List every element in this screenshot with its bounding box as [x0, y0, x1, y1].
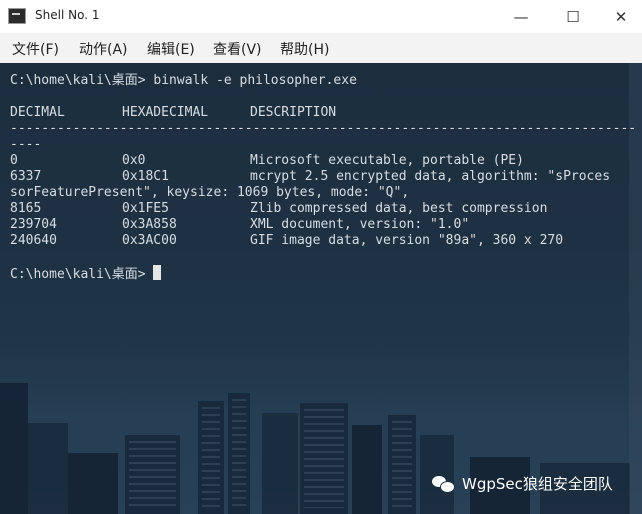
header-description: DESCRIPTION [250, 105, 337, 120]
row-hex: 0x1FE5 [122, 201, 169, 216]
background-building [228, 393, 250, 514]
terminal-output: C:\home\kali\桌面> binwalk -e philosopher.… [10, 73, 636, 283]
background-building [352, 425, 382, 514]
menu-edit[interactable]: 编辑(E) [147, 39, 195, 59]
table-row: 8165 0x1FE5 Zlib compressed data, best com… [10, 201, 636, 217]
header-hexadecimal: HEXADECIMAL [122, 105, 209, 120]
row-decimal: 0 [10, 153, 18, 168]
row-decimal: 240640 [10, 233, 57, 248]
background-building [125, 435, 180, 514]
table-row: 239704 0x3A858 XML document, version: "1.0… [10, 217, 636, 233]
watermark-text: WgpSec狼组安全团队 [462, 475, 613, 493]
row-hex: 0x3A858 [122, 217, 177, 232]
prompt-line: C:\home\kali\桌面> [10, 265, 636, 283]
background-building [388, 415, 416, 514]
row-decimal: 8165 [10, 201, 42, 216]
table-row: 240640 0x3AC00 GIF image data, version "89… [10, 233, 636, 249]
separator-line: ----------------------------------------… [10, 121, 637, 136]
background-building [68, 453, 118, 514]
table-row: 6337 0x18C1 mcrypt 2.5 encrypted data, alg… [10, 169, 636, 185]
separator-line-wrap: ---- [10, 137, 42, 152]
close-button[interactable]: ✕ [604, 0, 638, 33]
title-bar[interactable]: Shell No. 1 — ☐ ✕ [0, 0, 642, 33]
background-building [0, 383, 28, 514]
menu-bar: 文件(F) 动作(A) 编辑(E) 查看(V) 帮助(H) [0, 33, 642, 63]
row-decimal: 239704 [10, 217, 57, 232]
text-cursor [153, 265, 162, 280]
background-building [198, 401, 224, 514]
background-building [28, 423, 68, 514]
row-description: Zlib compressed data, best compression [250, 201, 548, 216]
table-row: 0 0x0 Microsoft executable, portable (PE) [10, 153, 636, 169]
menu-help[interactable]: 帮助(H) [280, 39, 329, 59]
table-header: DECIMAL HEXADECIMAL DESCRIPTION [10, 105, 636, 121]
command-line: C:\home\kali\桌面> binwalk -e philosopher.… [10, 73, 357, 88]
row-hex: 0x0 [122, 153, 146, 168]
minimize-button[interactable]: — [504, 0, 538, 33]
row-hex: 0x3AC00 [122, 233, 177, 248]
header-decimal: DECIMAL [10, 105, 65, 120]
wechat-icon [432, 474, 455, 494]
terminal-window: Shell No. 1 — ☐ ✕ 文件(F) 动作(A) 编辑(E) 查看(V… [0, 0, 642, 514]
prompt-text: C:\home\kali\桌面> [10, 267, 154, 282]
row-description: Microsoft executable, portable (PE) [250, 153, 524, 168]
row-description-wrap: sorFeaturePresent", keysize: 1069 bytes,… [10, 185, 410, 200]
menu-file[interactable]: 文件(F) [12, 39, 59, 59]
maximize-button[interactable]: ☐ [556, 0, 590, 33]
menu-action[interactable]: 动作(A) [79, 39, 128, 59]
background-building [262, 413, 298, 514]
row-hex: 0x18C1 [122, 169, 169, 184]
row-description: mcrypt 2.5 encrypted data, algorithm: "s… [250, 169, 611, 184]
menu-view[interactable]: 查看(V) [213, 39, 262, 59]
window-title: Shell No. 1 [35, 8, 100, 22]
background-building [300, 403, 348, 514]
row-description: GIF image data, version "89a", 360 x 270 [250, 233, 564, 248]
terminal-app-icon [8, 8, 26, 24]
row-decimal: 6337 [10, 169, 42, 184]
watermark: WgpSec狼组安全团队 [432, 473, 613, 494]
row-description: XML document, version: "1.0" [250, 217, 470, 232]
